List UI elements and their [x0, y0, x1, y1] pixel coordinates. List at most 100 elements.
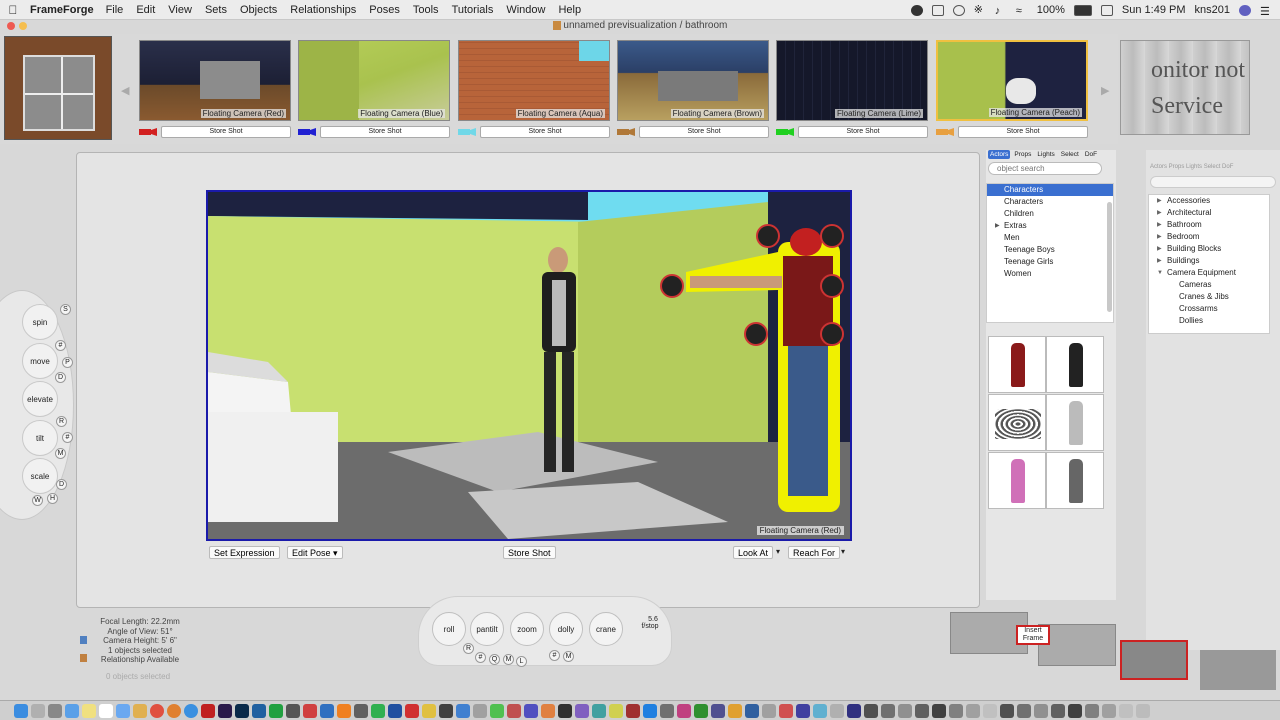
- scale-control[interactable]: scale: [22, 458, 58, 494]
- wifi-icon[interactable]: ≈: [1016, 5, 1028, 17]
- app-icon[interactable]: [456, 703, 470, 718]
- video-icon[interactable]: [252, 703, 266, 718]
- roll-dial[interactable]: roll: [432, 612, 466, 646]
- reach-for-dropdown-icon[interactable]: ▾: [841, 547, 845, 556]
- dial-hotkey-q[interactable]: Q: [489, 654, 500, 665]
- disclosure-triangle-icon[interactable]: ▼: [1157, 267, 1163, 279]
- dial-hotkey-r[interactable]: R: [463, 643, 474, 654]
- props-item[interactable]: ▶ Building Blocks: [1149, 243, 1269, 255]
- app-icon[interactable]: [575, 703, 589, 718]
- props-item[interactable]: ▶ Accessories: [1149, 195, 1269, 207]
- props-panel-tabs[interactable]: Actors Props Lights Select DoF: [1146, 164, 1280, 170]
- vlc-icon[interactable]: [337, 703, 351, 718]
- tab-actors[interactable]: Actors: [988, 150, 1011, 159]
- menu-tools[interactable]: Tools: [413, 4, 439, 16]
- app-icon[interactable]: [1102, 703, 1116, 718]
- app-icon[interactable]: [609, 703, 623, 718]
- app-icon[interactable]: [626, 703, 640, 718]
- look-at-dropdown-icon[interactable]: ▾: [776, 547, 780, 556]
- app-icon[interactable]: [813, 703, 827, 718]
- props-item[interactable]: ▶ Buildings: [1149, 255, 1269, 267]
- props-item[interactable]: ▼ Camera Equipment: [1149, 267, 1269, 279]
- store-shot-main-button[interactable]: Store Shot: [503, 546, 556, 559]
- shot-thumbnail[interactable]: Floating Camera (Blue): [298, 40, 450, 121]
- mirror-frame-thumbnail[interactable]: [1120, 640, 1188, 680]
- app-icon[interactable]: [558, 703, 572, 718]
- notification-center-icon[interactable]: ☰: [1260, 5, 1272, 18]
- disclosure-triangle-icon[interactable]: ▶: [1157, 255, 1162, 267]
- app-icon[interactable]: [660, 703, 674, 718]
- app-icon[interactable]: [1000, 703, 1014, 718]
- category-item[interactable]: Characters: [987, 196, 1113, 208]
- app-icon[interactable]: [694, 703, 708, 718]
- app-icon[interactable]: [711, 703, 725, 718]
- shot-thumbnail[interactable]: Floating Camera (Red): [139, 40, 291, 121]
- app-icon[interactable]: [762, 703, 776, 718]
- app-icon[interactable]: [643, 703, 657, 718]
- dial-hotkey-m2[interactable]: M: [563, 651, 574, 662]
- hotkey-s[interactable]: S: [60, 304, 71, 315]
- flag-icon[interactable]: [1100, 4, 1113, 16]
- app-icon[interactable]: [354, 703, 368, 718]
- photoshop-icon[interactable]: [235, 703, 249, 718]
- app-icon[interactable]: [745, 703, 759, 718]
- finder-icon[interactable]: [14, 703, 28, 718]
- app-icon[interactable]: [286, 703, 300, 718]
- mirror-frame-thumbnail-2[interactable]: [1200, 650, 1276, 690]
- trash-icon[interactable]: [1136, 703, 1150, 718]
- menu-objects[interactable]: Objects: [240, 4, 277, 16]
- insert-frame-button[interactable]: Insert Frame: [1016, 625, 1050, 645]
- dial-hotkey-l[interactable]: L: [516, 656, 527, 667]
- app-icon[interactable]: [983, 703, 997, 718]
- menu-poses[interactable]: Poses: [369, 4, 400, 16]
- shot-card-aqua[interactable]: Floating Camera (Aqua) Store Shot: [458, 40, 610, 138]
- props-subitem[interactable]: Cranes & Jibs: [1149, 291, 1269, 303]
- props-subitem[interactable]: Cameras: [1149, 279, 1269, 291]
- tab-props[interactable]: Props: [1012, 150, 1033, 159]
- shots-prev-arrow[interactable]: ◀: [121, 84, 129, 97]
- volume-icon[interactable]: ♪: [995, 5, 1007, 17]
- menu-sets[interactable]: Sets: [205, 4, 227, 16]
- app-icon[interactable]: [388, 703, 402, 718]
- shot-thumbnail[interactable]: Floating Camera (Aqua): [458, 40, 610, 121]
- app-icon[interactable]: [847, 703, 861, 718]
- launchpad-icon[interactable]: [31, 703, 45, 718]
- actor-thumbnail[interactable]: [988, 394, 1046, 451]
- spin-control[interactable]: spin: [22, 304, 58, 340]
- calendar-icon[interactable]: [99, 703, 113, 718]
- disclosure-triangle-icon[interactable]: ▶: [1157, 207, 1162, 219]
- app-icon[interactable]: [320, 703, 334, 718]
- finder-alt-icon[interactable]: [65, 703, 79, 718]
- app-icon[interactable]: [949, 703, 963, 718]
- app-icon[interactable]: [507, 703, 521, 718]
- actor-thumbnail[interactable]: [1046, 394, 1104, 451]
- store-shot-button[interactable]: Store Shot: [480, 126, 610, 138]
- shot-card-blue[interactable]: Floating Camera (Blue) Store Shot: [298, 40, 450, 138]
- store-shot-button[interactable]: Store Shot: [639, 126, 769, 138]
- category-item[interactable]: Teenage Boys: [987, 244, 1113, 256]
- props-subitem[interactable]: Crossarms: [1149, 303, 1269, 315]
- menu-file[interactable]: File: [106, 4, 124, 16]
- app-icon[interactable]: [405, 703, 419, 718]
- mail-icon[interactable]: [116, 703, 130, 718]
- relationship-icon[interactable]: [80, 654, 87, 662]
- reach-for-button[interactable]: Reach For: [788, 546, 841, 559]
- store-shot-button[interactable]: Store Shot: [958, 126, 1088, 138]
- props-subitem[interactable]: Dollies: [1149, 315, 1269, 327]
- firefox-icon[interactable]: [167, 703, 181, 718]
- pan-tilt-dial[interactable]: pan tilt: [470, 612, 504, 646]
- menu-edit[interactable]: Edit: [136, 4, 155, 16]
- clock[interactable]: Sun 1:49 PM: [1122, 4, 1186, 16]
- tab-lights[interactable]: Lights: [1035, 150, 1056, 159]
- move-control[interactable]: move: [22, 343, 58, 379]
- dial-hotkey-hash2[interactable]: #: [549, 650, 560, 661]
- app-icon[interactable]: [796, 703, 810, 718]
- menu-relationships[interactable]: Relationships: [290, 4, 356, 16]
- store-shot-button[interactable]: Store Shot: [161, 126, 291, 138]
- app-icon[interactable]: [881, 703, 895, 718]
- object-search-input[interactable]: [988, 162, 1102, 175]
- props-search-input[interactable]: [1150, 176, 1276, 188]
- battery-icon[interactable]: [1073, 4, 1092, 16]
- shot-thumbnail[interactable]: Floating Camera (Lime): [776, 40, 928, 121]
- siri-icon[interactable]: [1239, 4, 1251, 16]
